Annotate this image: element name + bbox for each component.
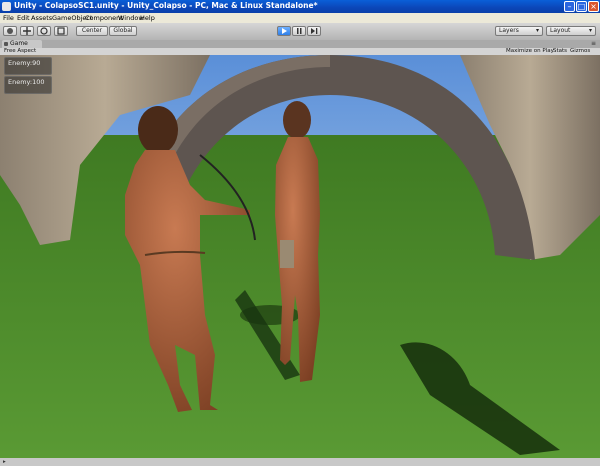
rotate-tool-button[interactable] [37,26,51,36]
minimize-button[interactable]: – [564,1,575,12]
tab-menu-icon[interactable]: ≡ [591,40,596,48]
layout-dropdown[interactable]: Layout ▾ [546,26,596,36]
pause-button[interactable] [292,26,306,36]
step-icon [311,28,318,34]
main-toolbar: Center Global Layers ▾ Layout ▾ [0,23,600,41]
aspect-dropdown[interactable]: Free Aspect [4,48,36,55]
menu-help[interactable]: Help [140,14,155,22]
layers-dropdown[interactable]: Layers ▾ [495,26,543,36]
chevron-down-icon: ▾ [588,27,592,34]
gizmos-dropdown[interactable]: Gizmos [570,48,590,55]
tab-game[interactable]: Game [2,40,42,48]
menu-edit[interactable]: Edit [17,14,30,22]
status-icon: ▸ [3,459,6,465]
move-icon [23,27,31,35]
hand-tool-button[interactable] [3,26,17,36]
chevron-down-icon: ▾ [535,27,539,34]
menu-file[interactable]: File [3,14,14,22]
status-bar: ▸ [0,458,600,466]
tab-bar: Game ≡ [0,40,600,48]
global-toggle-button[interactable]: Global [109,26,137,36]
close-button[interactable]: × [588,1,599,12]
enemy-health-box-1: Enemy:90 [4,57,52,75]
play-button[interactable] [277,26,291,36]
pivot-center-button[interactable]: Center [76,26,108,36]
tab-game-label: Game [10,40,28,47]
layout-label: Layout [550,27,571,34]
scale-tool-button[interactable] [54,26,68,36]
maximize-button[interactable]: □ [576,1,587,12]
center-label: Center [81,27,103,34]
global-label: Global [113,27,133,34]
maximize-on-play-toggle[interactable]: Maximize on Play [506,48,554,55]
stats-toggle[interactable]: Stats [553,48,567,55]
game-tab-icon [4,42,8,46]
move-tool-button[interactable] [20,26,34,36]
step-button[interactable] [307,26,321,36]
game-viewport[interactable]: Enemy:90 Enemy:100 [0,55,600,458]
unity-logo-icon [2,2,11,11]
enemy-health-label-1: Enemy:90 [8,59,41,67]
play-icon [282,28,287,34]
hand-icon [7,28,13,34]
enemy-health-label-2: Enemy:100 [8,78,45,86]
pause-icon [297,28,302,34]
scale-icon [57,27,65,35]
rotate-icon [40,27,48,35]
layers-label: Layers [499,27,519,34]
window-titlebar: Unity - ColapsoSC1.unity - Unity_Colapso… [0,0,600,13]
game-scene [0,55,600,458]
menu-assets[interactable]: Assets [31,14,52,22]
enemy-health-box-2: Enemy:100 [4,76,52,94]
window-title: Unity - ColapsoSC1.unity - Unity_Colapso… [14,1,318,10]
menu-bar: File Edit Assets GameObject Component Wi… [0,13,600,23]
